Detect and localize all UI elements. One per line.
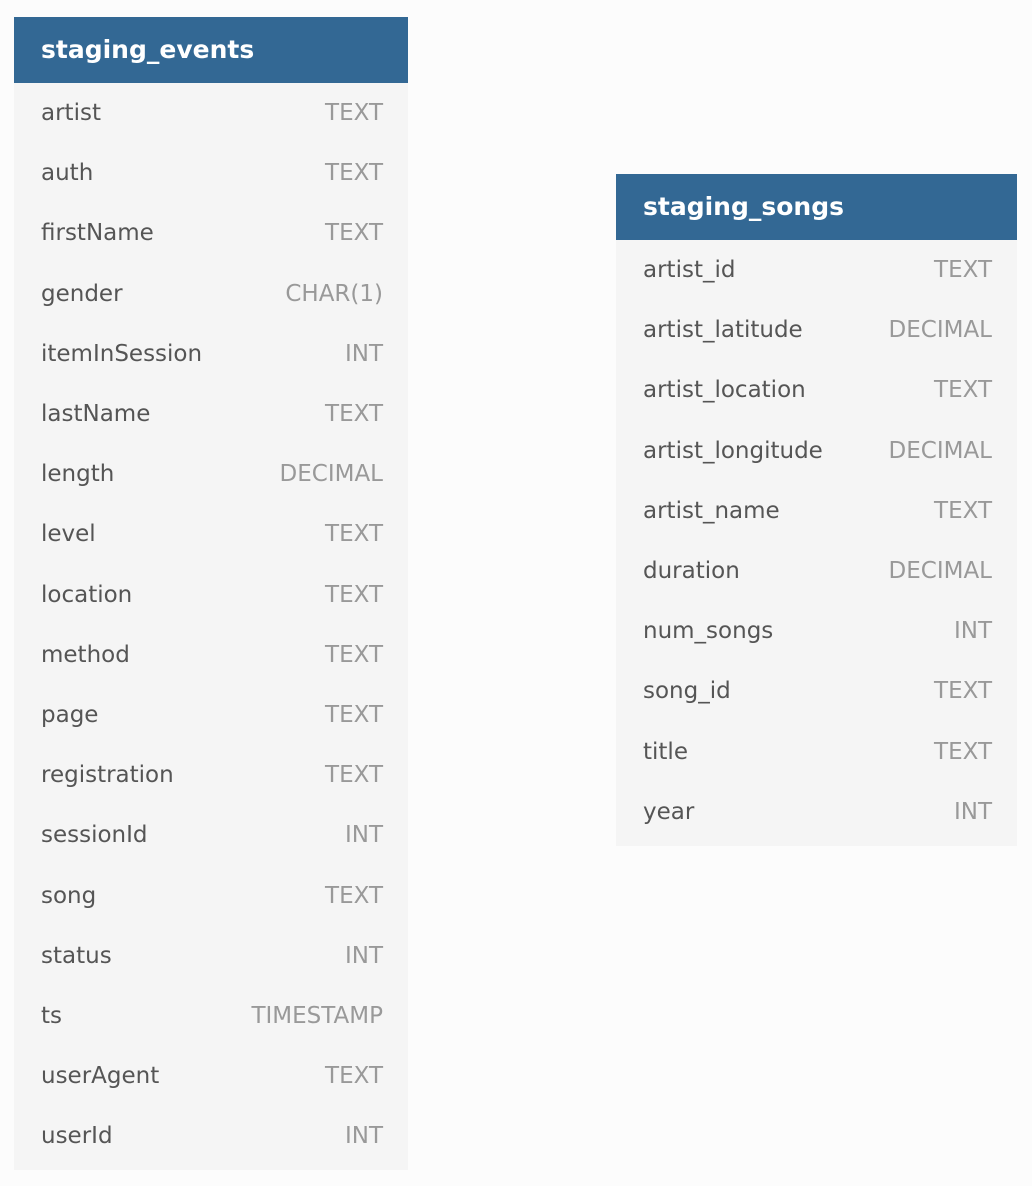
column-type: CHAR(1) <box>285 280 383 307</box>
column-row: artist_id TEXT <box>616 240 1017 300</box>
column-row: status INT <box>14 926 408 986</box>
column-type: INT <box>344 340 383 367</box>
column-name: ts <box>41 1002 63 1029</box>
column-name: auth <box>41 160 94 187</box>
column-name: status <box>41 942 112 969</box>
column-row: method TEXT <box>14 625 408 685</box>
column-name: page <box>41 701 99 728</box>
column-row: itemInSession INT <box>14 324 408 384</box>
column-name: length <box>41 461 115 488</box>
column-name: song_id <box>643 678 731 705</box>
column-row: userAgent TEXT <box>14 1046 408 1106</box>
column-name: artist_id <box>643 257 736 284</box>
column-row: firstName TEXT <box>14 203 408 263</box>
column-type: DECIMAL <box>279 461 383 488</box>
column-type: TEXT <box>325 100 383 127</box>
column-row: page TEXT <box>14 685 408 745</box>
column-row: title TEXT <box>616 722 1017 782</box>
column-type: TEXT <box>934 257 992 284</box>
column-type: INT <box>344 1123 383 1150</box>
column-type: TEXT <box>325 220 383 247</box>
column-list: artist TEXT auth TEXT firstName TEXT gender CHA… <box>14 83 408 1170</box>
column-name: firstName <box>41 220 154 247</box>
column-type: INT <box>344 942 383 969</box>
column-type: TEXT <box>325 581 383 608</box>
column-name: year <box>643 798 695 825</box>
column-name: song <box>41 882 97 909</box>
column-row: lastName TEXT <box>14 384 408 444</box>
column-type: INT <box>344 822 383 849</box>
column-name: userId <box>41 1123 113 1150</box>
column-type: TEXT <box>934 377 992 404</box>
column-row: artist_latitude DECIMAL <box>616 300 1017 360</box>
column-row: song TEXT <box>14 865 408 925</box>
column-row: gender CHAR(1) <box>14 264 408 324</box>
column-row: artist_longitude DECIMAL <box>616 421 1017 481</box>
column-type: TEXT <box>325 521 383 548</box>
column-row: userId INT <box>14 1106 408 1166</box>
table-staging-songs[interactable]: staging_songs artist_id TEXT artist_latitu… <box>616 174 1017 846</box>
column-row: auth TEXT <box>14 143 408 203</box>
column-type: INT <box>953 618 992 645</box>
column-row: sessionId INT <box>14 805 408 865</box>
column-row: artist_location TEXT <box>616 360 1017 420</box>
column-name: level <box>41 521 96 548</box>
column-type: TIMESTAMP <box>251 1002 383 1029</box>
table-header: staging_songs <box>616 174 1017 240</box>
column-type: TEXT <box>934 678 992 705</box>
column-row: year INT <box>616 782 1017 842</box>
column-name: gender <box>41 280 123 307</box>
column-name: registration <box>41 762 174 789</box>
column-type: TEXT <box>325 641 383 668</box>
column-row: artist_name TEXT <box>616 481 1017 541</box>
column-name: artist_latitude <box>643 317 803 344</box>
column-type: TEXT <box>325 1063 383 1090</box>
column-row: level TEXT <box>14 504 408 564</box>
column-row: artist TEXT <box>14 83 408 143</box>
table-header: staging_events <box>14 17 408 83</box>
column-type: INT <box>953 798 992 825</box>
column-type: TEXT <box>325 701 383 728</box>
column-row: registration TEXT <box>14 745 408 805</box>
table-staging-events[interactable]: staging_events artist TEXT auth TEXT firstNa… <box>14 17 408 1171</box>
column-name: artist_location <box>643 377 806 404</box>
column-name: lastName <box>41 401 151 428</box>
column-type: TEXT <box>325 401 383 428</box>
column-type: DECIMAL <box>888 558 992 585</box>
column-list: artist_id TEXT artist_latitude DECIMAL artis… <box>616 240 1017 846</box>
column-row: duration DECIMAL <box>616 541 1017 601</box>
column-name: userAgent <box>41 1063 160 1090</box>
column-type: TEXT <box>325 160 383 187</box>
column-type: TEXT <box>934 738 992 765</box>
column-name: itemInSession <box>41 340 203 367</box>
column-row: num_songs INT <box>616 601 1017 661</box>
column-row: location TEXT <box>14 565 408 625</box>
column-row: length DECIMAL <box>14 444 408 504</box>
column-name: num_songs <box>643 618 774 645</box>
column-row: ts TIMESTAMP <box>14 986 408 1046</box>
column-type: DECIMAL <box>888 437 992 464</box>
column-name: method <box>41 641 130 668</box>
column-name: title <box>643 738 688 765</box>
column-type: TEXT <box>934 497 992 524</box>
column-type: TEXT <box>325 882 383 909</box>
column-name: location <box>41 581 133 608</box>
column-name: artist_name <box>643 497 780 524</box>
column-name: duration <box>643 558 740 585</box>
column-name: artist <box>41 100 101 127</box>
column-row: song_id TEXT <box>616 661 1017 721</box>
column-name: sessionId <box>41 822 148 849</box>
column-type: TEXT <box>325 762 383 789</box>
column-type: DECIMAL <box>888 317 992 344</box>
column-name: artist_longitude <box>643 437 823 464</box>
